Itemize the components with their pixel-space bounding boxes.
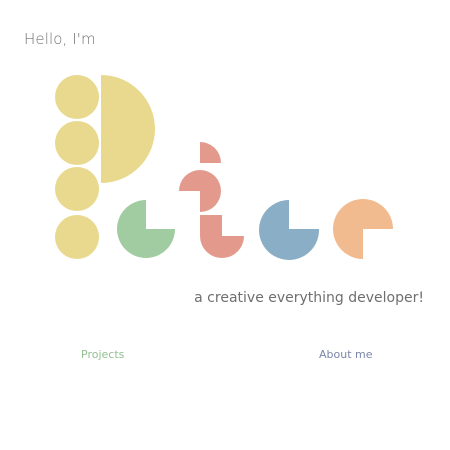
logo-letter-e2 [259, 200, 320, 261]
nav-about-link[interactable]: About me [319, 348, 373, 361]
logo-r-shape [333, 199, 393, 259]
logo-p-circle [55, 75, 99, 119]
nav-projects-link[interactable]: Projects [81, 348, 124, 361]
logo-e-shape [117, 200, 175, 258]
logo-p-circle [55, 215, 99, 259]
logo-letter-e [117, 200, 175, 258]
logo-t-middle [179, 170, 221, 212]
logo-e2-shape [259, 200, 320, 261]
logo-p-circle [55, 167, 99, 211]
logo-t-bottom [200, 215, 244, 258]
logo-p-circle [55, 121, 99, 165]
name-logo [55, 75, 393, 261]
tagline-text: a creative everything developer! [194, 290, 424, 306]
logo-t-top [200, 142, 221, 163]
logo-letter-r [333, 199, 393, 259]
logo-letter-t [179, 142, 244, 258]
logo-p-bowl [101, 75, 155, 183]
